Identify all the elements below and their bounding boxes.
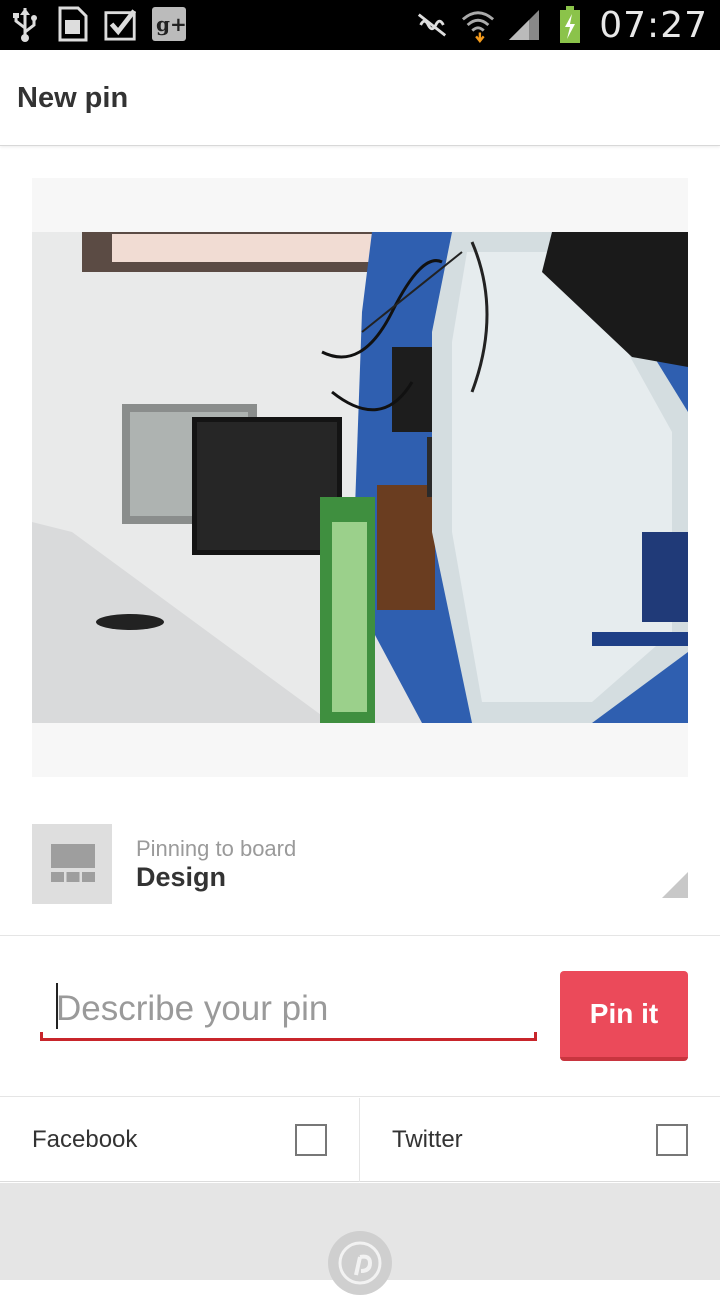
text-caret: [56, 983, 58, 1029]
usb-icon: [8, 6, 42, 42]
battery-charging-icon: [553, 6, 587, 43]
description-underline: [40, 1032, 537, 1041]
mute-icon: [415, 7, 449, 43]
pin-image: [32, 232, 688, 723]
twitter-label: Twitter: [392, 1126, 463, 1153]
pin-it-button[interactable]: Pin it: [560, 971, 688, 1061]
status-bar-time: 07:27: [599, 4, 708, 46]
facebook-checkbox[interactable]: [295, 1124, 327, 1156]
board-selector[interactable]: Pinning to board Design: [0, 800, 720, 936]
status-bar-notifications: g+: [8, 6, 186, 42]
board-thumbnail: [32, 824, 112, 904]
status-bar-system: 07:27: [415, 0, 708, 50]
status-bar: g+ 07:27: [0, 0, 720, 50]
sd-card-icon: [56, 6, 90, 42]
page-title: New pin: [17, 82, 129, 114]
board-placeholder-icon: [51, 844, 95, 889]
description-row: Pin it: [0, 937, 720, 1097]
description-input[interactable]: [40, 977, 537, 1041]
share-options: Facebook Twitter: [0, 1098, 720, 1182]
dropdown-corner-icon: [662, 872, 688, 898]
twitter-checkbox[interactable]: [656, 1124, 688, 1156]
google-plus-icon: g+: [152, 6, 186, 42]
pin-image-frame: [32, 178, 688, 777]
signal-icon: [507, 7, 541, 43]
app-bar: New pin: [0, 50, 720, 146]
share-twitter[interactable]: Twitter: [360, 1098, 720, 1182]
svg-text:g+: g+: [156, 12, 186, 36]
bottom-panel: [0, 1183, 720, 1295]
board-name: Design: [136, 862, 227, 892]
facebook-label: Facebook: [32, 1126, 138, 1153]
wifi-icon: [461, 7, 495, 43]
share-facebook[interactable]: Facebook: [0, 1098, 360, 1182]
board-subtitle: Pinning to board: [136, 836, 297, 861]
pinterest-logo-icon: [328, 1231, 392, 1295]
checkbox-notification-icon: [104, 6, 138, 42]
